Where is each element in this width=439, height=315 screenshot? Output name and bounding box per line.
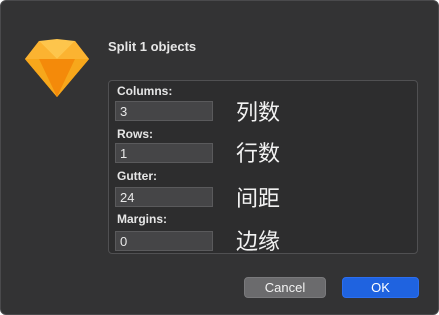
gutter-label: Gutter: [117,169,157,183]
columns-input[interactable] [115,101,213,121]
rows-input[interactable] [115,143,213,163]
dialog-title: Split 1 objects [108,39,197,54]
gutter-annotation: 间距 [236,187,281,212]
ok-button[interactable]: OK [342,277,419,298]
margins-annotation: 边缘 [236,230,281,255]
rows-annotation: 行数 [236,142,281,167]
columns-annotation: 列数 [236,101,281,126]
margins-label: Margins: [117,212,168,226]
gutter-input[interactable] [115,187,213,207]
split-dialog: Split 1 objects Columns: 列数 Rows: 行数 Gut… [0,0,439,315]
margins-input[interactable] [115,231,213,251]
split-settings-panel: Columns: 列数 Rows: 行数 Gutter: 间距 Margins:… [108,80,418,255]
cancel-button[interactable]: Cancel [244,277,326,298]
columns-label: Columns: [117,84,173,98]
sketch-diamond-icon [25,39,89,97]
rows-label: Rows: [117,127,153,141]
